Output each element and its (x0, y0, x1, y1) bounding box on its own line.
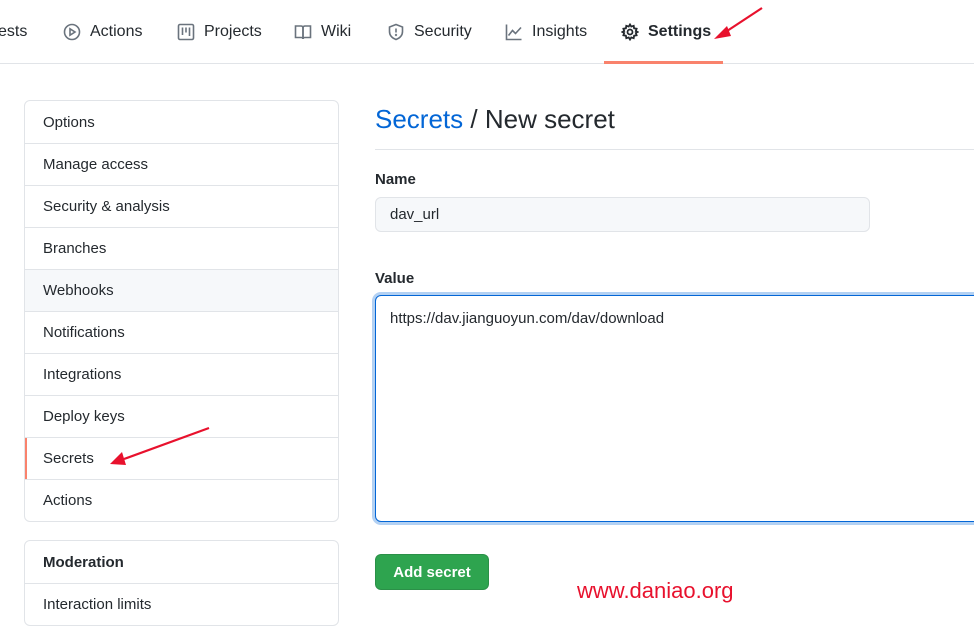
sidebar-item-deploy-keys[interactable]: Deploy keys (25, 395, 338, 437)
value-label: Value (375, 270, 415, 287)
page-title-text: New secret (484, 104, 615, 134)
repo-nav: ests Actions Projects Wiki Security Insi… (0, 0, 974, 64)
tab-actions[interactable]: Actions (63, 0, 142, 64)
tab-security[interactable]: Security (387, 0, 472, 64)
tab-insights[interactable]: Insights (505, 0, 587, 64)
secret-name-input[interactable] (375, 197, 870, 232)
moderation-sidebar: Moderation Interaction limits (24, 540, 339, 626)
sidebar-item-manage-access[interactable]: Manage access (25, 143, 338, 185)
shield-icon (388, 23, 404, 41)
tab-settings[interactable]: Settings (621, 0, 711, 64)
play-icon (63, 23, 81, 41)
add-secret-button[interactable]: Add secret (375, 554, 489, 590)
page-title: Secrets / New secret (375, 104, 615, 135)
secret-value-textarea[interactable]: https://dav.jianguoyun.com/dav/download (375, 295, 974, 522)
moderation-heading: Moderation (43, 553, 124, 571)
book-icon (294, 25, 312, 40)
sidebar-item-integrations[interactable]: Integrations (25, 353, 338, 395)
sidebar-item-security-analysis[interactable]: Security & analysis (25, 185, 338, 227)
settings-sidebar: Options Manage access Security & analysi… (24, 100, 339, 522)
sidebar-item-options[interactable]: Options (25, 101, 338, 143)
sidebar-item-branches[interactable]: Branches (25, 227, 338, 269)
sidebar-item-interaction-limits[interactable]: Interaction limits (25, 583, 338, 625)
tab-wiki[interactable]: Wiki (294, 0, 351, 64)
tab-pull-requests[interactable]: ests (0, 0, 27, 64)
name-label: Name (375, 171, 416, 188)
sidebar-item-webhooks[interactable]: Webhooks (25, 269, 338, 311)
sidebar-item-notifications[interactable]: Notifications (25, 311, 338, 353)
sidebar-item-secrets[interactable]: Secrets (25, 437, 338, 479)
graph-icon (505, 24, 522, 41)
watermark: www.daniao.org (577, 578, 734, 603)
breadcrumb-secrets-link[interactable]: Secrets (375, 104, 463, 134)
sidebar-item-actions[interactable]: Actions (25, 479, 338, 521)
selected-tab-underline (604, 61, 723, 64)
gear-icon (621, 23, 639, 41)
title-divider (375, 149, 974, 150)
breadcrumb-separator: / (470, 104, 478, 134)
tab-projects[interactable]: Projects (177, 0, 262, 64)
project-board-icon (177, 23, 195, 41)
